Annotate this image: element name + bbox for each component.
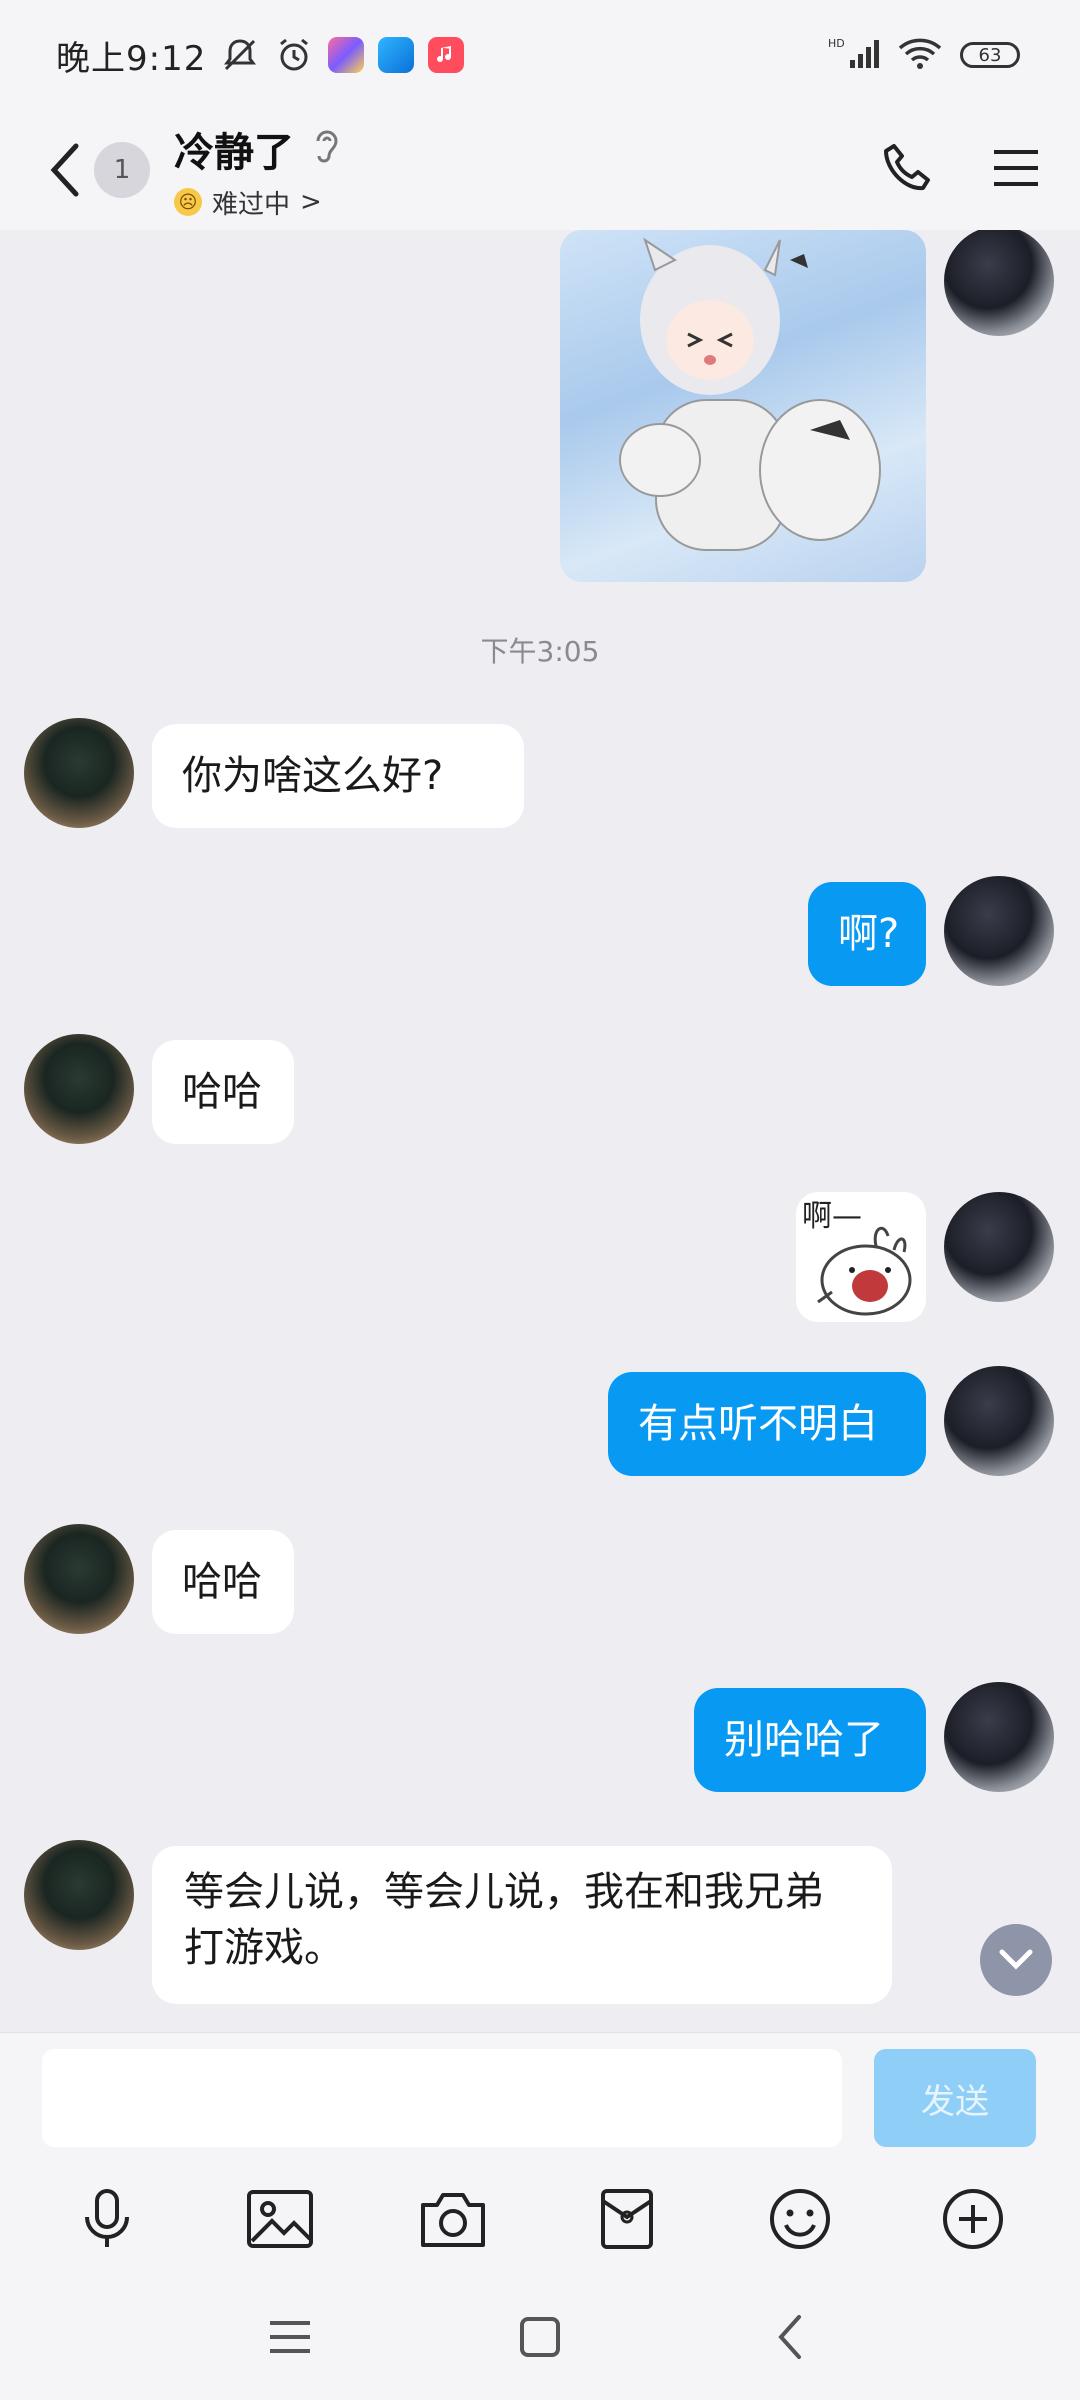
home-button[interactable]: [510, 2307, 570, 2367]
incoming-message[interactable]: 哈哈: [152, 1040, 294, 1144]
camera-button[interactable]: [413, 2179, 493, 2259]
svg-text:啊—: 啊—: [802, 1199, 862, 1234]
microphone-icon: [84, 2189, 129, 2247]
back-button[interactable]: [40, 130, 88, 210]
menu-button[interactable]: [992, 146, 1040, 194]
contact-name: 冷静了: [174, 129, 294, 176]
input-toolbar: [0, 2164, 1080, 2274]
plus-icon: [943, 2189, 1004, 2249]
photo-button[interactable]: [240, 2179, 320, 2259]
back-arrow-icon: [50, 143, 79, 197]
signal-icon: HD: [828, 36, 880, 74]
sad-face-icon: ☹: [174, 188, 202, 216]
earpiece-mode-icon[interactable]: [310, 127, 342, 171]
my-avatar[interactable]: [944, 1192, 1054, 1302]
contact-status-row[interactable]: ☹ 难过中 >: [174, 184, 342, 221]
contact-avatar[interactable]: [24, 718, 134, 828]
unread-count-badge[interactable]: 1: [94, 142, 150, 198]
recents-button[interactable]: [260, 2307, 320, 2367]
outgoing-message[interactable]: 有点听不明白: [608, 1372, 926, 1476]
chevron-down-icon: [999, 1949, 1033, 1970]
more-button[interactable]: [933, 2179, 1013, 2259]
menu-icon: [994, 150, 1038, 186]
sticker-message[interactable]: 啊—: [796, 1192, 926, 1322]
outgoing-message[interactable]: 啊?: [808, 882, 926, 986]
emoji-button[interactable]: [760, 2179, 840, 2259]
recents-icon: [270, 2321, 310, 2353]
teams-app-icon: [378, 37, 415, 73]
silent-mode-icon: [220, 35, 260, 75]
message-input-bar: 发送: [0, 2032, 1080, 2165]
voice-button[interactable]: [67, 2179, 147, 2259]
game-app-icon: [328, 37, 365, 73]
incoming-message[interactable]: 等会儿说，等会儿说，我在和我兄弟打游戏。: [152, 1846, 892, 2004]
red-packet-icon: [600, 2189, 653, 2249]
status-right: HD 63: [828, 36, 1020, 74]
anime-girl-image: [619, 237, 881, 551]
contact-title-row: 冷静了: [174, 120, 342, 178]
alarm-icon: [274, 35, 314, 75]
back-icon: [778, 2315, 801, 2359]
emoji-icon: [769, 2189, 830, 2249]
status-chevron-icon: >: [300, 187, 322, 217]
contact-status-text: 难过中: [212, 189, 291, 220]
send-button[interactable]: 发送: [874, 2049, 1036, 2147]
message-timestamp: 下午3:05: [480, 635, 600, 668]
my-avatar[interactable]: [944, 1682, 1054, 1792]
contact-info[interactable]: 冷静了 ☹ 难过中 >: [174, 120, 342, 221]
message-list[interactable]: 下午3:05 你为啥这么好? 啊? 哈哈 啊— 有点听不明白 哈哈 别哈哈了 等…: [0, 230, 1080, 2032]
battery-indicator: 63: [960, 42, 1020, 68]
home-icon: [520, 2317, 560, 2357]
image-icon: [246, 2190, 313, 2248]
phone-icon: [884, 144, 930, 191]
my-avatar[interactable]: [944, 230, 1054, 336]
my-avatar[interactable]: [944, 1366, 1054, 1476]
scroll-to-bottom-button[interactable]: [980, 1924, 1052, 1996]
system-back-button[interactable]: [760, 2307, 820, 2367]
status-left: 晚上9:12: [56, 31, 465, 80]
system-nav-bar: [0, 2274, 1080, 2400]
contact-avatar[interactable]: [24, 1840, 134, 1950]
phone-call-button[interactable]: [880, 140, 936, 200]
incoming-message[interactable]: 哈哈: [152, 1530, 294, 1634]
my-avatar[interactable]: [944, 876, 1054, 986]
red-packet-button[interactable]: [587, 2179, 667, 2259]
music-app-icon: [428, 37, 465, 73]
status-bar: 晚上9:12 HD 63: [0, 0, 1080, 110]
image-message[interactable]: [560, 230, 926, 582]
bunny-sticker-image: 啊—: [802, 1199, 912, 1316]
chat-header: 1 冷静了 ☹ 难过中 >: [0, 110, 1080, 230]
status-time: 晚上9:12: [56, 38, 207, 79]
contact-avatar[interactable]: [24, 1034, 134, 1144]
wifi-icon: [898, 36, 942, 74]
message-input[interactable]: [42, 2049, 842, 2147]
outgoing-message[interactable]: 别哈哈了: [694, 1688, 926, 1792]
svg-text:HD: HD: [828, 37, 845, 50]
incoming-message[interactable]: 你为啥这么好?: [152, 724, 524, 828]
contact-avatar[interactable]: [24, 1524, 134, 1634]
header-actions: [880, 140, 1040, 200]
camera-icon: [421, 2193, 486, 2247]
